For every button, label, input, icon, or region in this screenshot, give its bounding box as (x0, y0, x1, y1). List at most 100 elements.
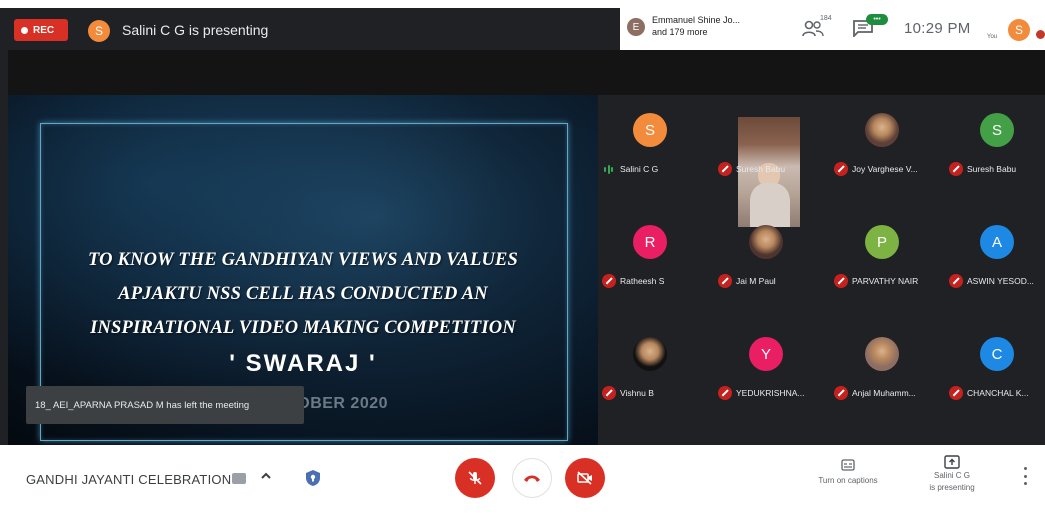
shield-icon[interactable] (305, 469, 321, 487)
chat-bubble-icon (232, 473, 246, 484)
participant-nameplate: Jai M Paul (718, 273, 776, 289)
mic-muted-icon (718, 162, 732, 176)
participant-photo (865, 337, 899, 371)
people-count: 184 (820, 15, 832, 22)
participant-tile[interactable]: A ASWIN YESOD... (945, 215, 1045, 325)
participant-name: Suresh Babu (967, 164, 1017, 174)
participant-nameplate: Ratheesh S (602, 273, 664, 289)
participant-tile[interactable]: S Suresh Babu (945, 103, 1045, 213)
participant-name: ASWIN YESOD... (967, 276, 1034, 286)
participant-name: Vishnu B (620, 388, 654, 398)
participant-nameplate: YEDUKRISHNA... (718, 385, 805, 401)
camera-toggle-button[interactable] (565, 458, 605, 498)
participant-avatar: C (980, 337, 1014, 371)
more-options-icon[interactable] (1022, 467, 1028, 485)
participant-tile[interactable]: Y YEDUKRISHNA... (714, 327, 830, 437)
participant-nameplate: CHANCHAL K... (949, 385, 1029, 401)
participant-name: PARVATHY NAIR (852, 276, 919, 286)
top-bar: REC S Salini C G is presenting E Emmanue… (0, 8, 1045, 50)
slide-title: ' SWARAJ ' (229, 350, 377, 377)
participant-nameplate: Salini C G (602, 161, 658, 177)
participant-name: Joy Varghese V... (852, 164, 918, 174)
participant-name: YEDUKRISHNA... (736, 388, 805, 398)
participant-name: CHANCHAL K... (967, 388, 1029, 398)
present-line-1: Salini C G (933, 471, 970, 480)
bottom-bar: GANDHI JAYANTI CELEBRATION Turn on capti… (0, 445, 1045, 515)
mic-off-icon (468, 471, 482, 485)
mic-muted-icon (834, 386, 848, 400)
top-right-controls: 184 ••• 10:29 PM You S (782, 8, 1045, 50)
participant-photo (865, 113, 899, 147)
mic-muted-icon (602, 274, 616, 288)
captions-button[interactable]: Turn on captions (808, 459, 888, 501)
participant-tile[interactable]: Jai M Paul (714, 215, 830, 325)
self-avatar[interactable]: S (1008, 19, 1030, 41)
participant-nameplate: Vishnu B (602, 385, 654, 401)
participant-avatar: R (633, 225, 667, 259)
recording-label: REC (33, 24, 55, 36)
presenter-status: Salini C G is presenting (122, 22, 269, 38)
speaking-indicator-icon (602, 162, 616, 176)
camera-off-icon (577, 471, 592, 485)
participant-tile[interactable]: Vishnu B (598, 327, 714, 437)
participant-tile[interactable]: C CHANCHAL K... (945, 327, 1045, 437)
participant-tile[interactable]: Suresh Babu (714, 103, 830, 213)
pip-name-line1: Emmanuel Shine Jo... (652, 15, 741, 25)
participant-nameplate: Suresh Babu (718, 161, 785, 177)
participant-avatar: Y (749, 337, 783, 371)
mic-muted-icon (834, 274, 848, 288)
mic-muted-icon (834, 162, 848, 176)
present-screen-icon (944, 455, 960, 469)
participant-name: Ratheesh S (620, 276, 665, 286)
chat-notification-badge: ••• (866, 14, 888, 25)
participant-tile[interactable]: P PARVATHY NAIR (830, 215, 946, 325)
pip-participant-name: Emmanuel Shine Jo... and 179 more (652, 14, 740, 38)
captions-label: Turn on captions (818, 476, 878, 485)
participant-name: Salini C G (620, 164, 659, 174)
present-line-2: is presenting (929, 483, 975, 492)
mic-muted-icon (718, 274, 732, 288)
you-label: You (987, 34, 998, 40)
participant-avatar: S (980, 113, 1014, 147)
meeting-stage: TO KNOW THE GANDHIYAN VIEWS AND VALUES A… (0, 50, 1045, 445)
participant-tile[interactable]: Joy Varghese V... (830, 103, 946, 213)
slide-line-2: APJAKTU NSS CELL HAS CONDUCTED AN (118, 284, 488, 304)
participant-tile[interactable]: Anjal Muhamm... (830, 327, 946, 437)
mic-muted-icon (949, 386, 963, 400)
participant-nameplate: Anjal Muhamm... (834, 385, 916, 401)
mic-muted-icon (949, 162, 963, 176)
people-icon[interactable] (802, 19, 824, 39)
closed-captions-icon (841, 459, 855, 471)
participant-avatar: P (865, 225, 899, 259)
participant-photo (633, 337, 667, 371)
participant-photo (749, 225, 783, 259)
mic-muted-icon (602, 386, 616, 400)
participant-name: Anjal Muhamm... (852, 388, 916, 398)
pip-avatar: E (627, 18, 645, 36)
participant-tile[interactable]: S Salini C G (598, 103, 714, 213)
mic-muted-icon (718, 386, 732, 400)
present-status-button[interactable]: Salini C G is presenting (912, 455, 992, 507)
pip-name-line2: and 179 more (652, 27, 708, 37)
participant-nameplate: Suresh Babu (949, 161, 1016, 177)
participant-name: Jai M Paul (736, 276, 776, 286)
pinned-participant-tile[interactable]: E Emmanuel Shine Jo... and 179 more (620, 8, 782, 50)
meeting-title[interactable]: GANDHI JAYANTI CELEBRATION (26, 472, 231, 487)
hang-up-icon (524, 475, 540, 482)
mic-muted-icon (949, 274, 963, 288)
presenter-avatar: S (88, 20, 110, 42)
stage-top-band (8, 50, 1045, 95)
chevron-up-icon[interactable] (260, 470, 272, 482)
left-meeting-toast: 18_ AEI_APARNA PRASAD M has left the mee… (26, 386, 304, 424)
participant-grid: S Salini C G Suresh Babu Joy Varghese V... S… (598, 95, 1045, 445)
participant-tile[interactable]: R Ratheesh S (598, 215, 714, 325)
participant-avatar: A (980, 225, 1014, 259)
leave-call-button[interactable] (512, 458, 552, 498)
slide-line-1: TO KNOW THE GANDHIYAN VIEWS AND VALUES (87, 250, 519, 270)
participant-name: Suresh Babu (736, 164, 786, 174)
participant-nameplate: Joy Varghese V... (834, 161, 918, 177)
participant-avatar: S (633, 113, 667, 147)
self-status-dot (1036, 30, 1045, 39)
recording-badge: REC (14, 19, 68, 41)
mic-toggle-button[interactable] (455, 458, 495, 498)
